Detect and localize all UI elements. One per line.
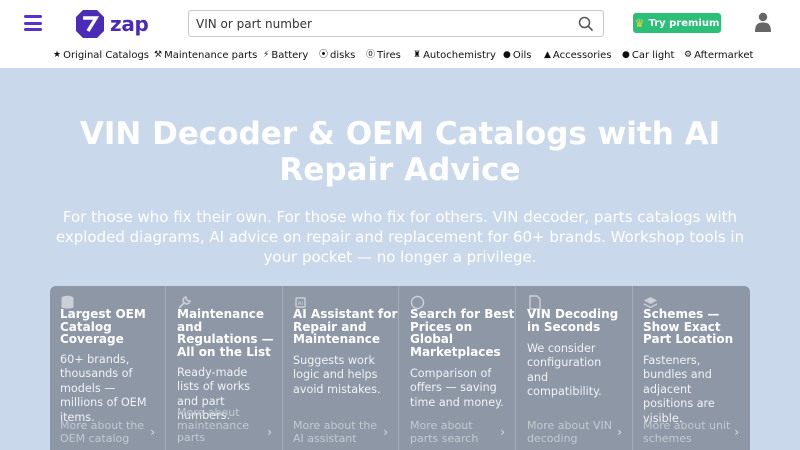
disk-icon: ⦿ bbox=[319, 50, 329, 60]
bulb-icon: ● bbox=[622, 50, 630, 60]
wrench-icon: ⚒ bbox=[154, 50, 163, 60]
category-oils[interactable]: ● Oils bbox=[503, 50, 532, 61]
spray-bottle-icon: ♜ bbox=[413, 50, 422, 60]
card-text: Fasteners, bundles and adjacent position… bbox=[643, 354, 715, 425]
hero-subtitle: For those who fix their own. For those w… bbox=[55, 208, 745, 266]
category-car-light[interactable]: ● Car light bbox=[622, 50, 674, 61]
category-label: Oils bbox=[512, 50, 532, 61]
category-maintenance-parts[interactable]: ⚒ Maintenance parts bbox=[154, 50, 257, 61]
card-title: Schemes — Show Exact Part Location bbox=[643, 307, 734, 347]
search-input[interactable] bbox=[189, 11, 578, 36]
search-icon[interactable] bbox=[578, 16, 594, 32]
category-label: Tires bbox=[377, 50, 401, 61]
card-text: Suggests work logic and helps avoid mist… bbox=[293, 354, 381, 396]
category-tires[interactable]: ⓪ Tires bbox=[366, 50, 401, 61]
search-bar bbox=[188, 10, 604, 37]
try-premium-button[interactable]: ♛ Try premium bbox=[633, 13, 721, 33]
category-label: Aftermarket bbox=[694, 50, 754, 61]
category-battery[interactable]: ⚡ Battery bbox=[263, 50, 308, 61]
category-label: Car light bbox=[631, 50, 675, 61]
feature-card-oem-catalog[interactable]: Largest OEM Catalog Coverage 60+ brands,… bbox=[50, 286, 166, 450]
category-label: Autochemistry bbox=[423, 50, 496, 61]
card-text: Comparison of offers — saving time and m… bbox=[410, 367, 504, 409]
card-title: Maintenance and Regulations — All on the… bbox=[177, 307, 274, 359]
logo[interactable]: zap bbox=[75, 8, 149, 40]
card-text: We consider configuration and compatibil… bbox=[527, 342, 602, 399]
logo-mark-icon bbox=[76, 10, 104, 38]
category-label: Battery bbox=[271, 50, 309, 61]
gear-icon: ⚙ bbox=[684, 50, 693, 60]
chevron-right-icon: › bbox=[150, 425, 155, 439]
triangle-icon: ▲ bbox=[544, 50, 551, 60]
feature-card-schemes[interactable]: Schemes — Show Exact Part Location Faste… bbox=[633, 286, 749, 450]
tire-icon: ⓪ bbox=[366, 50, 376, 60]
logo-text: zap bbox=[110, 12, 149, 36]
card-more-link[interactable]: More about parts search bbox=[410, 419, 502, 445]
hero-section: VIN Decoder & OEM Catalogs with AI Repai… bbox=[0, 68, 800, 450]
card-more-link[interactable]: More about the AI assistant bbox=[293, 419, 385, 445]
header: zap ♛ Try premium bbox=[0, 0, 800, 46]
category-autochemistry[interactable]: ♜ Autochemistry bbox=[413, 50, 496, 61]
star-icon: ★ bbox=[53, 50, 62, 60]
chevron-right-icon: › bbox=[617, 425, 622, 439]
card-title: Search for Best Prices on Global Marketp… bbox=[410, 307, 515, 359]
card-text: 60+ brands, thousands of models — millio… bbox=[60, 353, 147, 424]
category-accessories[interactable]: ▲ Accessories bbox=[544, 50, 612, 61]
card-title: Largest OEM Catalog Coverage bbox=[60, 307, 146, 347]
menu-icon[interactable] bbox=[24, 15, 42, 31]
hero-title: VIN Decoder & OEM Catalogs with AI Repai… bbox=[79, 116, 721, 188]
category-aftermarket[interactable]: ⚙ Aftermarket bbox=[684, 50, 753, 61]
feature-card-ai-assistant[interactable]: AI AI Assistant for Repair and Maintenan… bbox=[283, 286, 399, 450]
category-label: Original Catalogs bbox=[63, 50, 150, 61]
chevron-right-icon: › bbox=[500, 425, 505, 439]
card-more-link[interactable]: More about unit schemes bbox=[643, 419, 735, 445]
category-label: Maintenance parts bbox=[164, 50, 258, 61]
category-disks[interactable]: ⦿ disks bbox=[319, 50, 355, 61]
chevron-right-icon: › bbox=[734, 425, 739, 439]
try-premium-label: Try premium bbox=[648, 17, 720, 29]
card-more-link[interactable]: More about maintenance parts bbox=[177, 406, 269, 445]
chevron-right-icon: › bbox=[383, 425, 388, 439]
feature-cards: Largest OEM Catalog Coverage 60+ brands,… bbox=[50, 286, 750, 450]
lightning-icon: ⚡ bbox=[263, 50, 270, 60]
card-title: VIN Decoding in Seconds bbox=[527, 307, 619, 334]
category-original-catalogs[interactable]: ★ Original Catalogs bbox=[53, 50, 149, 61]
card-more-link[interactable]: More about the OEM catalog bbox=[60, 419, 152, 445]
category-label: disks bbox=[330, 50, 356, 61]
chevron-right-icon: › bbox=[267, 425, 272, 439]
oil-drop-icon: ● bbox=[503, 50, 511, 60]
crown-icon: ♛ bbox=[634, 16, 645, 30]
category-label: Accessories bbox=[552, 50, 612, 61]
feature-card-price-search[interactable]: Search for Best Prices on Global Marketp… bbox=[400, 286, 516, 450]
card-more-link[interactable]: More about VIN decoding bbox=[527, 419, 619, 445]
feature-card-maintenance[interactable]: Maintenance and Regulations — All on the… bbox=[167, 286, 283, 450]
feature-card-vin-decoding[interactable]: VIN Decoding in Seconds We consider conf… bbox=[517, 286, 633, 450]
category-nav: ★ Original Catalogs ⚒ Maintenance parts … bbox=[0, 46, 800, 68]
user-icon[interactable] bbox=[755, 12, 771, 32]
card-title: AI Assistant for Repair and Maintenance bbox=[293, 307, 398, 347]
